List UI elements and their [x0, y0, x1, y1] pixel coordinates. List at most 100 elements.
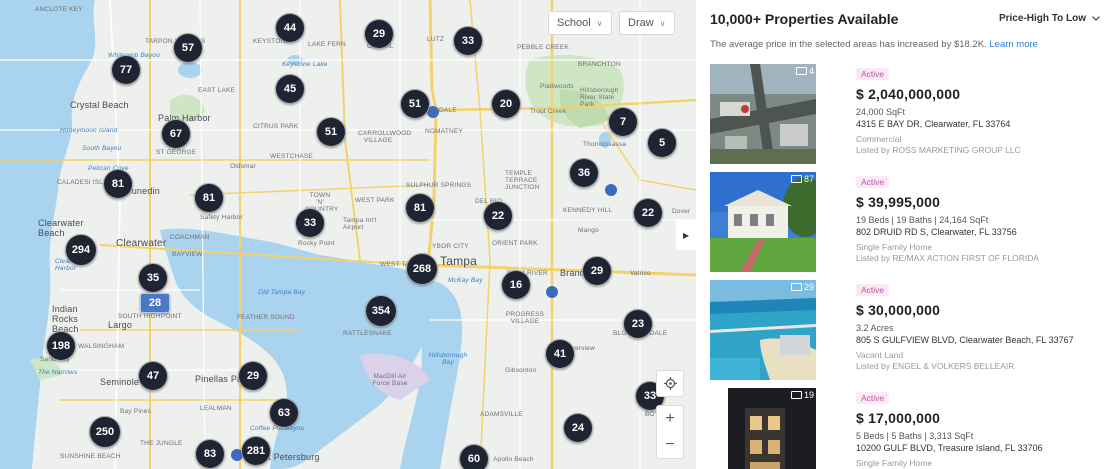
sort-dropdown[interactable]: Price-High To Low	[999, 13, 1100, 24]
place-label: Oldsmar	[230, 163, 256, 170]
zoom-control: + −	[656, 405, 684, 459]
map-cluster[interactable]: 22	[633, 198, 663, 228]
map-cluster[interactable]: 81	[194, 183, 224, 213]
map-cluster-selected[interactable]: 28	[140, 293, 170, 313]
listing-facts: 19 Beds | 19 Baths | 24,164 SqFt	[856, 215, 989, 225]
map-cluster[interactable]: 81	[405, 193, 435, 223]
map-cluster[interactable]: 83	[195, 439, 225, 469]
place-label: Keystone Lake	[282, 61, 328, 68]
place-label: RATTLESNAKE	[343, 330, 392, 337]
place-label: BRANCHTON	[578, 61, 621, 68]
listing-price: $ 39,995,000	[856, 194, 941, 210]
school-filter-label: School	[557, 17, 591, 29]
place-label: Anclote Key	[35, 6, 83, 13]
map-cluster[interactable]: 67	[161, 119, 191, 149]
map-cluster[interactable]: 198	[46, 331, 76, 361]
place-label: SULPHUR SPRINGS	[406, 182, 472, 189]
listing-card[interactable]: 29 Active $ 30,000,000 3.2 Acres 805 S G…	[710, 280, 1104, 380]
listing-address: 805 S GULFVIEW BLVD, Clearwater Beach, F…	[856, 335, 1074, 345]
map-cluster[interactable]: 63	[269, 398, 299, 428]
locate-button[interactable]	[656, 370, 684, 397]
map-cluster[interactable]: 20	[491, 89, 521, 119]
place-label: WEST PARK	[355, 197, 395, 204]
map-cluster[interactable]: 77	[111, 55, 141, 85]
place-label: Hillsborough River State Park	[580, 87, 619, 108]
place-label: CITRUS PARK	[253, 123, 299, 130]
map-cluster[interactable]: 47	[138, 361, 168, 391]
map-cluster[interactable]: 294	[65, 234, 97, 266]
listing-facts: 3.2 Acres	[856, 323, 894, 333]
map-cluster[interactable]: 23	[623, 309, 653, 339]
map-cluster[interactable]: 29	[364, 19, 394, 49]
map-cluster[interactable]: 29	[238, 361, 268, 391]
place-label: PROGRESS VILLAGE	[505, 311, 545, 325]
listing-price: $ 30,000,000	[856, 302, 941, 318]
map-cluster[interactable]: 35	[138, 263, 168, 293]
map-base	[0, 0, 696, 469]
map-cluster[interactable]: 33	[453, 26, 483, 56]
school-filter-button[interactable]: School ∨	[548, 11, 612, 35]
place-label: Gibsonton	[505, 367, 537, 374]
place-label: Clearwater Beach	[38, 218, 84, 238]
collapse-map-button[interactable]: ▸	[676, 220, 696, 250]
map-cluster[interactable]: 45	[275, 74, 305, 104]
listing-type: Single Family Home	[856, 242, 933, 252]
place-label: EAST LAKE	[198, 87, 236, 94]
map-cluster[interactable]: 51	[316, 117, 346, 147]
map-cluster[interactable]: 51	[400, 89, 430, 119]
listing-card[interactable]: 87 Active $ 39,995,000 19 Beds | 19 Bath…	[710, 172, 1104, 272]
status-badge: Active	[856, 284, 890, 296]
map-cluster[interactable]: 60	[459, 444, 489, 469]
listing-photo[interactable]: 19	[710, 388, 816, 469]
camera-icon	[790, 175, 802, 183]
map-cluster[interactable]: 29	[582, 256, 612, 286]
map-cluster[interactable]: 281	[241, 436, 271, 466]
listing-price: $ 2,040,000,000	[856, 86, 961, 102]
map-cluster[interactable]: 250	[89, 416, 121, 448]
status-badge: Active	[856, 392, 890, 404]
place-label: Apollo Beach	[493, 456, 534, 463]
map-cluster[interactable]: 268	[406, 253, 438, 285]
listing-type: Commercial	[856, 134, 902, 144]
place-label: Rocky Point	[298, 240, 335, 247]
listing-facts: 24,000 SqFt	[856, 107, 906, 117]
status-badge: Active	[856, 68, 890, 80]
place-label: FEATHER SOUND	[237, 314, 295, 321]
listing-photo[interactable]: 29	[710, 280, 816, 380]
zoom-out-button[interactable]: −	[656, 432, 684, 458]
listing-card[interactable]: 4 Active $ 2,040,000,000 24,000 SqFt 431…	[710, 64, 1104, 164]
place-label: BAYVIEW	[172, 251, 203, 258]
map-cluster[interactable]: 36	[569, 158, 599, 188]
map-cluster[interactable]: 33	[295, 208, 325, 238]
listing-photo[interactable]: 4	[710, 64, 816, 164]
map-cluster[interactable]: 81	[103, 169, 133, 199]
map-cluster[interactable]: 41	[545, 339, 575, 369]
map-cluster[interactable]: 44	[275, 13, 305, 43]
listing-address: 4315 E BAY DR, Clearwater, FL 33764	[856, 119, 1011, 129]
camera-icon	[790, 283, 802, 291]
listing-price: $ 17,000,000	[856, 410, 941, 426]
map-cluster[interactable]: 16	[501, 270, 531, 300]
place-label: MacDill Air Force Base	[372, 373, 408, 387]
map-cluster[interactable]: 57	[173, 33, 203, 63]
listing-address: 802 DRUID RD S, Clearwater, FL 33756	[856, 227, 1017, 237]
photo-count: 19	[790, 390, 814, 400]
listing-card[interactable]: 19 Active $ 17,000,000 5 Beds | 5 Baths …	[710, 388, 1104, 469]
map-view[interactable]: Anclote Key TARPON SPRINGS KEYSTONE LAKE…	[0, 0, 696, 469]
status-badge: Active	[856, 176, 890, 188]
map-cluster[interactable]: 22	[483, 201, 513, 231]
zoom-in-button[interactable]: +	[656, 406, 684, 432]
listing-info: Active $ 39,995,000 19 Beds | 19 Baths |…	[856, 172, 1039, 263]
map-cluster[interactable]: 354	[365, 295, 397, 327]
place-label: Hillsborough Bay	[428, 352, 468, 366]
place-label: The Narrows	[38, 369, 78, 376]
listing-photo[interactable]: 87	[710, 172, 816, 272]
map-cluster[interactable]: 7	[608, 107, 638, 137]
map-cluster[interactable]: 5	[647, 128, 677, 158]
map-cluster[interactable]: 24	[563, 413, 593, 443]
camera-icon	[790, 391, 802, 399]
price-trend-text: The average price in the selected areas …	[710, 39, 987, 50]
place-label: McKay Bay	[448, 277, 483, 284]
learn-more-link[interactable]: Learn more	[989, 39, 1038, 50]
draw-tool-button[interactable]: Draw ∨	[619, 11, 675, 35]
